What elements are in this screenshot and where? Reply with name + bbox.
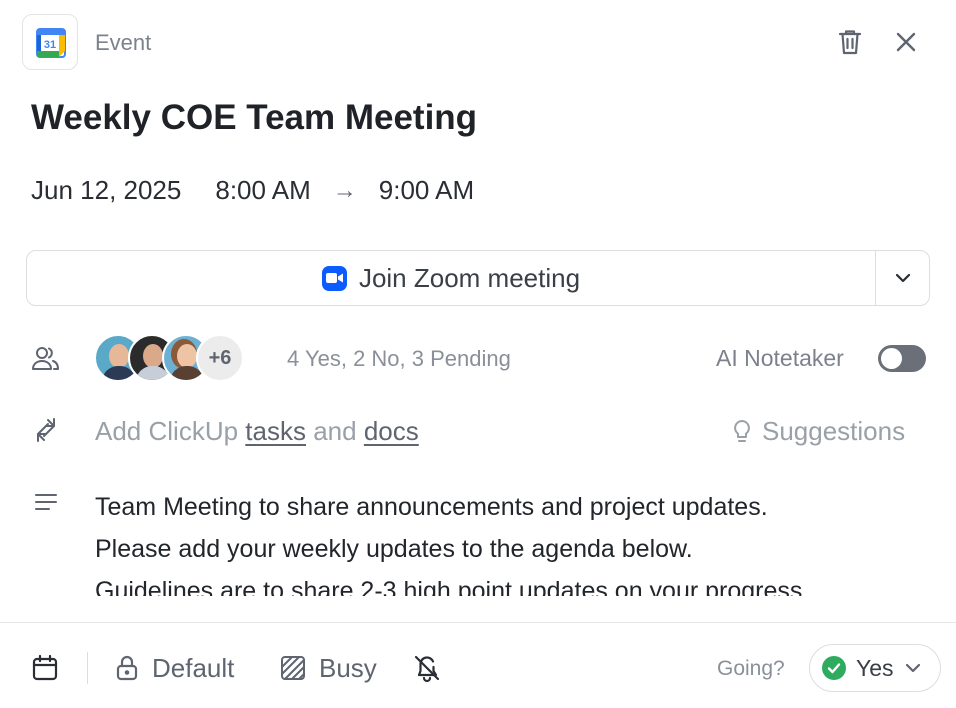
chevron-down-icon [895, 273, 910, 283]
delete-event-button[interactable] [832, 24, 868, 60]
ai-notetaker-label: AI Notetaker [716, 345, 844, 371]
more-attendees-count[interactable]: +6 [196, 334, 244, 382]
description-line: Guidelines are to share 2-3 high point u… [95, 577, 803, 596]
event-kind-label: Event [95, 30, 152, 55]
availability-label: Busy [319, 652, 377, 683]
ai-notetaker-toggle[interactable] [878, 345, 926, 372]
event-datetime: Jun 12, 2025 8:00 AM → 9:00 AM [31, 175, 474, 206]
footer-separator [87, 652, 88, 684]
lightbulb-icon [734, 419, 750, 442]
description-line: Team Meeting to share announcements and … [95, 493, 768, 521]
text-lines-icon [30, 486, 62, 518]
event-description[interactable]: Team Meeting to share announcements and … [95, 486, 935, 596]
add-clickup-label: Add ClickUp [95, 416, 239, 446]
striped-square-icon [281, 656, 305, 680]
bell-off-icon [414, 655, 440, 683]
event-title[interactable]: Weekly COE Team Meeting [31, 98, 477, 138]
toggle-knob [881, 348, 902, 369]
suggestions-button[interactable]: Suggestions [732, 416, 905, 447]
event-date[interactable]: Jun 12, 2025 [31, 175, 181, 206]
google-calendar-icon: 31 [22, 14, 78, 70]
zoom-video-icon [321, 265, 347, 291]
calendar-select-button[interactable] [30, 648, 60, 688]
add-clickup-row: Add ClickUp tasks and docs [95, 416, 419, 447]
attendee-avatars: +6 [94, 334, 244, 382]
rsvp-summary[interactable]: 4 Yes, 2 No, 3 Pending [287, 346, 511, 372]
chevron-down-icon [905, 663, 920, 673]
suggestions-label: Suggestions [762, 416, 906, 446]
going-value: Yes [856, 654, 894, 681]
lock-icon [116, 655, 138, 681]
docs-link[interactable]: docs [364, 416, 419, 446]
going-label: Going? [717, 657, 785, 680]
rsvp-going-dropdown[interactable]: Yes [809, 644, 941, 692]
people-icon [30, 342, 62, 374]
join-zoom-button[interactable]: Join Zoom meeting [27, 251, 875, 305]
notification-button[interactable] [412, 648, 442, 688]
event-detail-card: 31 Event Weekly COE Team Meeting Jun 12,… [0, 0, 956, 708]
description-line: Please add your weekly updates to the ag… [95, 535, 693, 563]
and-label: and [313, 416, 357, 446]
zoom-options-dropdown[interactable] [875, 251, 929, 305]
end-time[interactable]: 9:00 AM [379, 175, 474, 206]
footer-divider [0, 622, 956, 623]
arrow-right-icon: → [332, 176, 357, 204]
close-button[interactable] [888, 24, 924, 60]
availability-button[interactable]: Busy [279, 648, 377, 688]
link-arrows-icon [30, 414, 62, 446]
start-time[interactable]: 8:00 AM [215, 175, 310, 206]
tasks-link[interactable]: tasks [245, 416, 306, 446]
calendar-day-number: 31 [44, 39, 56, 51]
trash-icon [838, 30, 862, 55]
join-zoom-label: Join Zoom meeting [358, 262, 581, 293]
close-icon [896, 32, 916, 52]
visibility-label: Default [152, 652, 235, 683]
visibility-button[interactable]: Default [114, 648, 234, 688]
calendar-icon [32, 654, 58, 681]
zoom-button-group: Join Zoom meeting [26, 250, 930, 306]
check-circle-icon [822, 656, 846, 680]
